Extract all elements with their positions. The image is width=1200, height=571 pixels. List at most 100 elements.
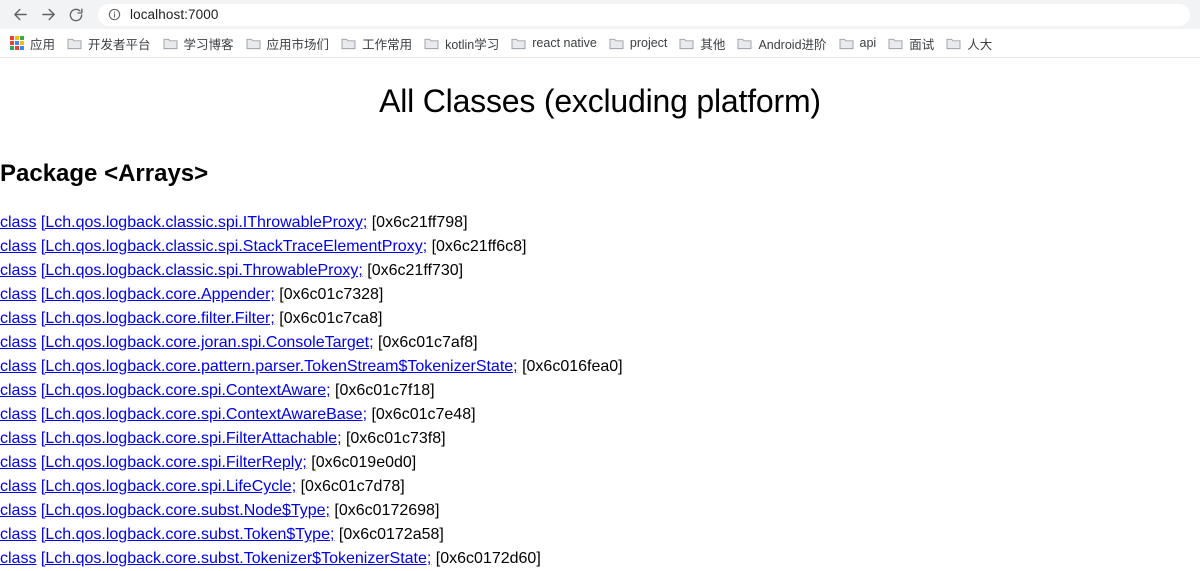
folder-icon bbox=[888, 37, 903, 50]
class-keyword-link[interactable]: class bbox=[0, 502, 36, 519]
bookmark-folder-5[interactable]: kotlin学习 bbox=[418, 32, 505, 54]
address-bar[interactable]: localhost:7000 bbox=[98, 3, 1190, 26]
class-list: class [Lch.qos.logback.classic.spi.IThro… bbox=[0, 211, 1192, 571]
folder-icon bbox=[679, 37, 694, 50]
class-keyword-link[interactable]: class bbox=[0, 358, 36, 375]
class-keyword-link[interactable]: class bbox=[0, 478, 36, 495]
class-name-link[interactable]: [Lch.qos.logback.core.spi.FilterReply; bbox=[41, 454, 307, 471]
folder-icon bbox=[246, 37, 261, 50]
class-address: [0x6c0172a58] bbox=[334, 526, 444, 544]
bookmark-label: project bbox=[629, 36, 668, 50]
bookmark-folder-1[interactable]: 开发者平台 bbox=[61, 32, 157, 54]
folder-icon bbox=[424, 37, 439, 50]
package-heading: Package <Arrays> bbox=[0, 160, 209, 188]
class-row: class [Lch.qos.logback.core.spi.ContextA… bbox=[0, 379, 1192, 403]
folder-icon bbox=[511, 37, 526, 50]
bookmark-folder-12[interactable]: 人大 bbox=[940, 32, 998, 54]
class-name-link[interactable]: [Lch.qos.logback.core.subst.Node$Type; bbox=[41, 502, 330, 519]
class-name-link[interactable]: [Lch.qos.logback.core.pattern.parser.Tok… bbox=[41, 358, 518, 375]
class-keyword-link[interactable]: class bbox=[0, 286, 36, 303]
bookmark-folder-9[interactable]: Android进阶 bbox=[731, 32, 832, 54]
class-row: class [Lch.qos.logback.core.subst.Tokeni… bbox=[0, 547, 1192, 571]
bookmark-label: api bbox=[859, 36, 877, 50]
folder-icon bbox=[609, 37, 624, 50]
bookmark-label: 人大 bbox=[967, 37, 993, 52]
class-row: class [Lch.qos.logback.core.subst.Node$T… bbox=[0, 499, 1192, 523]
bookmark-folder-6[interactable]: react native bbox=[505, 32, 603, 54]
class-row: class [Lch.qos.logback.core.subst.Token$… bbox=[0, 523, 1192, 547]
class-row: class [Lch.qos.logback.core.spi.FilterRe… bbox=[0, 451, 1192, 475]
class-row: class [Lch.qos.logback.classic.spi.IThro… bbox=[0, 211, 1192, 235]
class-keyword-link[interactable]: class bbox=[0, 406, 36, 423]
folder-icon bbox=[839, 37, 854, 50]
folder-icon bbox=[341, 37, 356, 50]
bookmark-label: 应用 bbox=[30, 37, 56, 52]
apps-grid-icon bbox=[10, 36, 24, 50]
folder-icon bbox=[737, 37, 752, 50]
class-address: [0x6c01c7e48] bbox=[367, 406, 476, 424]
arrow-left-icon bbox=[12, 6, 29, 23]
class-address: [0x6c21ff798] bbox=[367, 214, 468, 232]
class-name-link[interactable]: [Lch.qos.logback.core.filter.Filter; bbox=[41, 310, 275, 327]
class-name-link[interactable]: [Lch.qos.logback.core.spi.LifeCycle; bbox=[41, 478, 296, 495]
folder-icon bbox=[163, 37, 178, 50]
class-name-link[interactable]: [Lch.qos.logback.classic.spi.ThrowablePr… bbox=[41, 262, 363, 279]
bookmark-label: 其他 bbox=[700, 37, 726, 52]
bookmark-folder-2[interactable]: 学习博客 bbox=[157, 32, 240, 54]
class-name-link[interactable]: [Lch.qos.logback.core.spi.FilterAttachab… bbox=[41, 430, 342, 447]
class-name-link[interactable]: [Lch.qos.logback.core.spi.ContextAware; bbox=[41, 382, 331, 399]
class-row: class [Lch.qos.logback.core.spi.LifeCycl… bbox=[0, 475, 1192, 499]
class-keyword-link[interactable]: class bbox=[0, 262, 36, 279]
page-content: All Classes (excluding platform) Package… bbox=[0, 82, 1200, 571]
back-button[interactable] bbox=[6, 1, 34, 29]
class-name-link[interactable]: [Lch.qos.logback.core.subst.Token$Type; bbox=[41, 526, 335, 543]
class-address: [0x6c01c73f8] bbox=[341, 430, 446, 448]
reload-icon bbox=[68, 7, 84, 23]
bookmark-folder-7[interactable]: project bbox=[603, 32, 674, 54]
bookmark-label: kotlin学习 bbox=[445, 37, 500, 52]
arrow-right-icon bbox=[40, 6, 57, 23]
class-keyword-link[interactable]: class bbox=[0, 334, 36, 351]
class-row: class [Lch.qos.logback.core.spi.ContextA… bbox=[0, 403, 1192, 427]
class-row: class [Lch.qos.logback.classic.spi.Stack… bbox=[0, 235, 1192, 259]
info-circle-icon[interactable] bbox=[106, 7, 122, 23]
bookmark-folder-10[interactable]: api bbox=[833, 32, 883, 54]
class-keyword-link[interactable]: class bbox=[0, 310, 36, 327]
class-name-link[interactable]: [Lch.qos.logback.core.joran.spi.ConsoleT… bbox=[41, 334, 374, 351]
class-keyword-link[interactable]: class bbox=[0, 454, 36, 471]
page-title: All Classes (excluding platform) bbox=[379, 83, 821, 119]
folder-icon bbox=[946, 37, 961, 50]
bookmark-folder-8[interactable]: 其他 bbox=[673, 32, 731, 54]
bookmark-label: 学习博客 bbox=[183, 37, 234, 52]
bookmark-label: 面试 bbox=[909, 37, 935, 52]
class-row: class [Lch.qos.logback.classic.spi.Throw… bbox=[0, 259, 1192, 283]
class-keyword-link[interactable]: class bbox=[0, 238, 36, 255]
class-name-link[interactable]: [Lch.qos.logback.classic.spi.StackTraceE… bbox=[41, 238, 427, 255]
class-row: class [Lch.qos.logback.core.Appender; [0… bbox=[0, 283, 1192, 307]
class-name-link[interactable]: [Lch.qos.logback.core.Appender; bbox=[41, 286, 275, 303]
bookmark-folder-3[interactable]: 应用市场们 bbox=[240, 32, 336, 54]
class-row: class [Lch.qos.logback.core.joran.spi.Co… bbox=[0, 331, 1192, 355]
reload-button[interactable] bbox=[62, 1, 90, 29]
class-row: class [Lch.qos.logback.core.pattern.pars… bbox=[0, 355, 1192, 379]
class-name-link[interactable]: [Lch.qos.logback.classic.spi.IThrowableP… bbox=[41, 214, 367, 231]
class-keyword-link[interactable]: class bbox=[0, 214, 36, 231]
folder-icon bbox=[67, 37, 82, 50]
class-keyword-link[interactable]: class bbox=[0, 430, 36, 447]
class-address: [0x6c01c7af8] bbox=[373, 334, 478, 352]
class-name-link[interactable]: [Lch.qos.logback.core.spi.ContextAwareBa… bbox=[41, 406, 367, 423]
forward-button[interactable] bbox=[34, 1, 62, 29]
bookmark-apps[interactable]: 应用 bbox=[4, 32, 61, 54]
bookmark-label: 工作常用 bbox=[362, 37, 413, 52]
bookmark-label: 开发者平台 bbox=[88, 37, 151, 52]
bookmark-label: Android进阶 bbox=[758, 37, 827, 52]
class-keyword-link[interactable]: class bbox=[0, 526, 36, 543]
bookmark-folder-11[interactable]: 面试 bbox=[882, 32, 940, 54]
browser-chrome: localhost:7000 应用 开发者平台 学习博客 应用市场们 工作常用 … bbox=[0, 0, 1200, 58]
class-row: class [Lch.qos.logback.core.filter.Filte… bbox=[0, 307, 1192, 331]
bookmark-folder-4[interactable]: 工作常用 bbox=[335, 32, 418, 54]
class-row: class [Lch.qos.logback.core.spi.FilterAt… bbox=[0, 427, 1192, 451]
class-address: [0x6c0172698] bbox=[329, 502, 440, 520]
class-address: [0x6c019e0d0] bbox=[306, 454, 417, 472]
class-keyword-link[interactable]: class bbox=[0, 382, 36, 399]
